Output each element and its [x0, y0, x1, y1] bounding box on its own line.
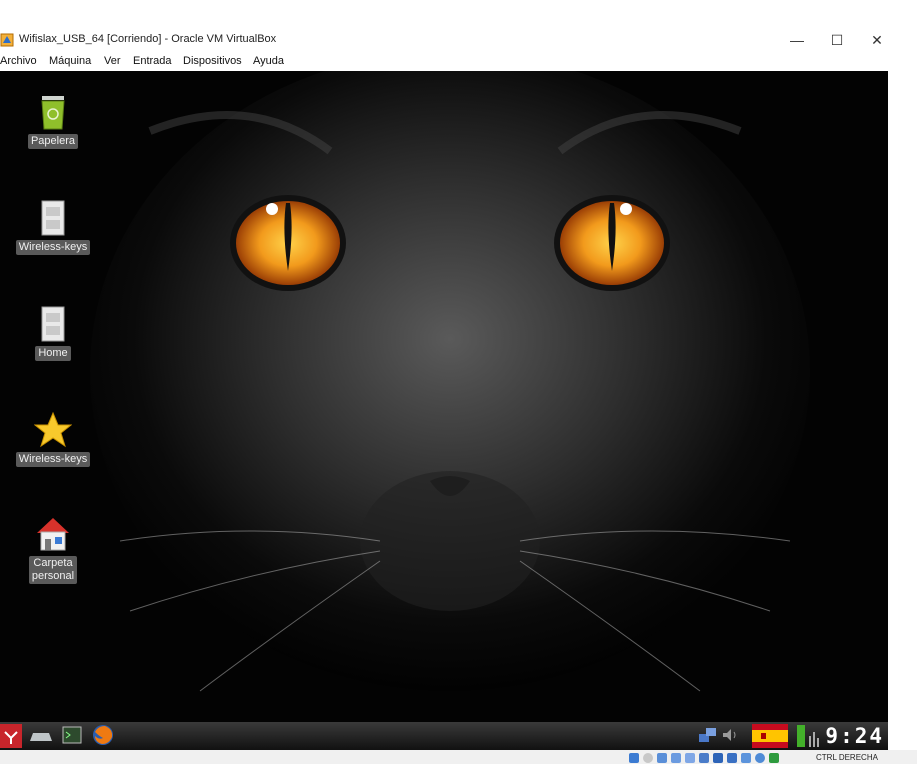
desktop-icon-personal-folder[interactable]: Carpeta personal [8, 513, 98, 584]
desktop-icon-home-file[interactable]: Home [8, 305, 98, 361]
network-icon[interactable] [698, 726, 718, 749]
cpu-icon[interactable] [741, 753, 751, 763]
label-line-2: personal [31, 570, 75, 582]
optical-drive-icon[interactable] [643, 753, 653, 763]
label-line-1: Carpeta [33, 557, 73, 569]
menu-ver[interactable]: Ver [104, 55, 121, 67]
window-title: Wifislax_USB_64 [Corriendo] - Oracle VM … [19, 33, 277, 45]
spain-flag-icon[interactable] [752, 724, 788, 753]
hard-disk-icon[interactable] [629, 753, 639, 763]
maximize-button[interactable]: ☐ [818, 28, 856, 52]
window-titlebar: Wifislax_USB_64 [Corriendo] - Oracle VM … [0, 28, 917, 52]
vm-display[interactable]: Papelera Wireless-keys Home Wireless-key… [0, 71, 888, 722]
trash-icon [41, 96, 65, 130]
desktop-icon-wireless-keys-app[interactable]: Wireless-keys [8, 411, 98, 467]
document-icon [41, 200, 65, 236]
desktop-icon-label: Carpeta personal [28, 556, 78, 584]
desktop-icon-label: Papelera [27, 134, 79, 149]
desktop-icon-label: Home [35, 346, 71, 361]
taskbar-clock: 9:24 [825, 724, 884, 748]
minimize-button[interactable]: — [778, 28, 816, 52]
video-capture-icon[interactable] [727, 753, 737, 763]
virtualbox-icon [0, 33, 14, 47]
menu-dispositivos[interactable]: Dispositivos [183, 55, 242, 67]
menu-archivo[interactable]: Archivo [0, 55, 37, 67]
mouse-integration-icon[interactable] [755, 753, 765, 763]
desktop-icon-trash[interactable]: Papelera [8, 93, 98, 149]
menu-ayuda[interactable]: Ayuda [253, 55, 284, 67]
guest-taskbar: 9:24 [0, 722, 888, 750]
firefox-icon[interactable] [92, 724, 114, 751]
desktop-icon-label: Wireless-keys [15, 452, 91, 467]
drive-icon[interactable] [30, 730, 52, 748]
audio-icon[interactable] [657, 753, 667, 763]
host-statusbar: CTRL DERECHA [0, 750, 917, 764]
keyboard-capture-icon[interactable] [769, 753, 779, 763]
network-adapter-icon[interactable] [671, 753, 681, 763]
desktop-icon-label: Wireless-keys [15, 240, 91, 255]
desktop-icon-wireless-keys-file[interactable]: Wireless-keys [8, 199, 98, 255]
menu-maquina[interactable]: Máquina [49, 55, 91, 67]
volume-icon[interactable] [722, 728, 740, 747]
host-key-label: CTRL DERECHA [816, 753, 878, 762]
window-edge [888, 71, 917, 722]
start-menu-icon[interactable] [0, 724, 22, 748]
display-icon[interactable] [713, 753, 723, 763]
usb-icon[interactable] [685, 753, 695, 763]
home-folder-icon [37, 518, 69, 551]
battery-icon[interactable] [796, 724, 824, 753]
shared-folders-icon[interactable] [699, 753, 709, 763]
menu-entrada[interactable]: Entrada [133, 55, 172, 67]
cat-wallpaper [0, 71, 888, 722]
document-icon [41, 306, 65, 342]
close-button[interactable]: ✕ [858, 28, 896, 52]
star-icon [34, 411, 72, 448]
terminal-icon[interactable] [62, 726, 82, 749]
menubar: Archivo Máquina Ver Entrada Dispositivos… [0, 53, 917, 71]
